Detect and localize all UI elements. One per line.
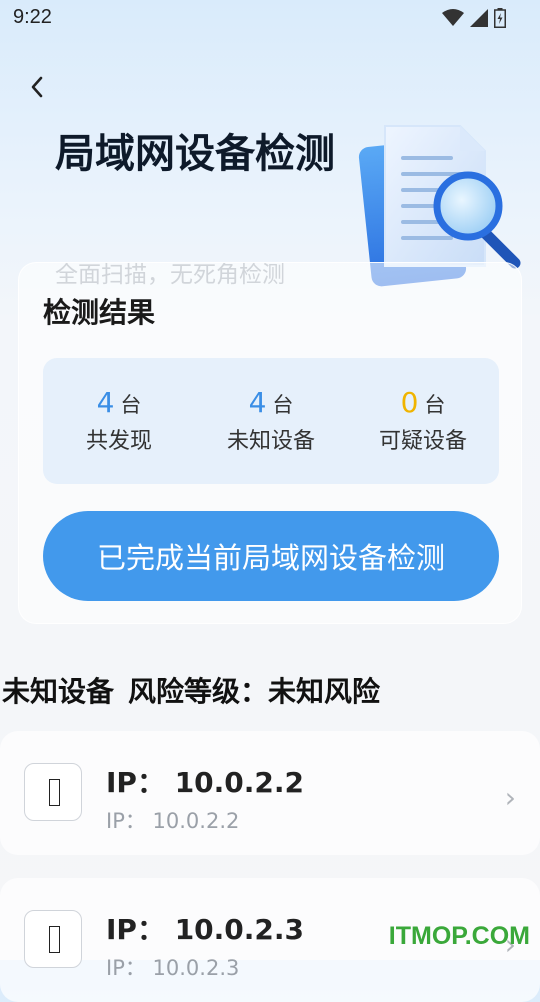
detection-complete-button[interactable]: 已完成当前局域网设备检测	[43, 511, 499, 601]
device-section-header: 未知设备 风险等级：未知风险	[2, 670, 394, 710]
device-icon	[24, 910, 82, 968]
stat-unit: 台	[120, 393, 142, 417]
stat-value: 4	[248, 386, 267, 419]
wifi-icon	[442, 9, 464, 26]
device-ip-secondary: IP： 10.0.2.3	[106, 956, 240, 980]
stat-value: 4	[96, 386, 115, 419]
back-button[interactable]	[22, 72, 52, 102]
device-ip-secondary: IP： 10.0.2.2	[106, 809, 240, 833]
risk-level: 风险等级：未知风险	[128, 675, 381, 708]
device-list-item[interactable]: IP： 10.0.2.2 IP： 10.0.2.2 ›	[0, 731, 540, 855]
watermark: ITMOP.COM	[388, 922, 530, 950]
device-ip: IP： 10.0.2.3	[106, 913, 305, 946]
battery-icon	[494, 8, 506, 28]
stat-unit: 台	[272, 393, 294, 417]
page-title: 局域网设备检测	[55, 131, 335, 177]
device-ip: IP： 10.0.2.2	[106, 766, 305, 799]
status-bar: 9:22	[0, 0, 540, 38]
stats-panel: 4台 共发现 4台 未知设备 0台 可疑设备	[43, 358, 499, 484]
stat-value: 0	[400, 386, 419, 419]
device-icon	[24, 763, 82, 821]
result-card-title: 检测结果	[43, 296, 156, 329]
stat-suspicious: 0台 可疑设备	[347, 358, 499, 484]
chevron-right-icon: ›	[504, 781, 516, 814]
device-category: 未知设备	[2, 675, 115, 708]
stat-unknown: 4台 未知设备	[195, 358, 347, 484]
cell-signal-icon	[470, 9, 488, 27]
status-icons	[442, 8, 506, 28]
stat-label: 可疑设备	[378, 429, 467, 454]
chevron-left-icon	[31, 76, 43, 98]
status-time: 9:22	[13, 6, 52, 28]
stat-label: 共发现	[85, 429, 152, 454]
stat-found: 4台 共发现	[43, 358, 195, 484]
result-card: 检测结果 4台 共发现 4台 未知设备 0台 可疑设备 已完成当前局域网设备检测	[18, 262, 522, 624]
stat-label: 未知设备	[226, 429, 315, 454]
stat-unit: 台	[424, 393, 446, 417]
